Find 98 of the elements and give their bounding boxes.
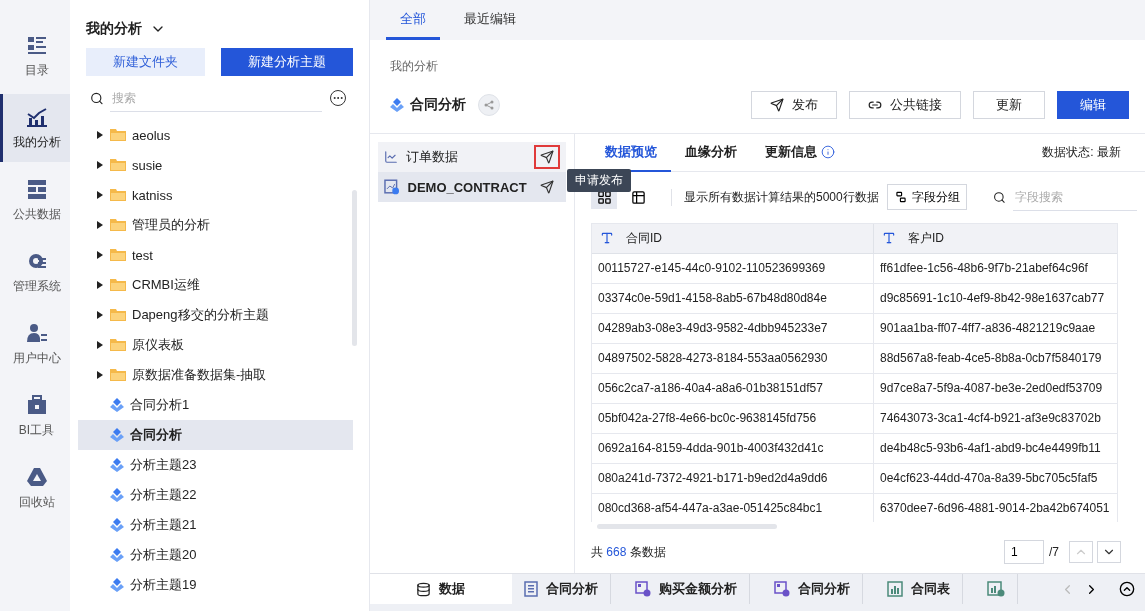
notice-text: 显示所有数据计算结果的5000行数据 xyxy=(671,189,879,206)
sheet-tab[interactable]: 合同分析 xyxy=(762,574,863,604)
new-folder-button[interactable]: 新建文件夹 xyxy=(86,48,205,76)
tree-item-label: Dapeng移交的分析主题 xyxy=(132,306,269,324)
tree-item[interactable]: aeolus xyxy=(78,120,353,150)
tree-item-label: 合同分析1 xyxy=(130,396,190,414)
dataset-item[interactable]: DEMO_CONTRACT xyxy=(378,172,566,202)
page-count: /7 xyxy=(1049,545,1059,560)
tree-item-label: aeolus xyxy=(132,127,171,143)
tree-item-label: 原仪表板 xyxy=(132,336,184,354)
tree-item[interactable]: 合同分析 xyxy=(78,420,353,450)
tree-item[interactable]: 原仪表板 xyxy=(78,330,353,360)
tree-item-label: 分析主题21 xyxy=(130,516,197,534)
nav-label: 回收站 xyxy=(18,493,55,511)
table-cell: 0692a164-8159-4dda-901b-4003f432d41c xyxy=(592,433,874,463)
nav-label: 目录 xyxy=(24,61,49,79)
breadcrumb[interactable]: 我的分析 xyxy=(390,59,438,73)
nav-item[interactable]: 我的分析 xyxy=(0,94,70,162)
action-button[interactable]: 更新 xyxy=(973,91,1045,119)
tree-item[interactable]: 分析主题19 xyxy=(78,570,353,600)
tooltip: 申请发布 xyxy=(567,169,631,192)
tree-item[interactable]: Dapeng移交的分析主题 xyxy=(78,300,353,330)
tree-item-label: 分析主题19 xyxy=(130,576,197,594)
table-cell: 6370dee7-6d96-4881-9014-2ba42b674051 xyxy=(874,493,1117,522)
tree-item[interactable]: 分析主题20 xyxy=(78,540,353,570)
total-count: 共 668 条数据 xyxy=(591,543,666,561)
field-group-button[interactable]: 字段分组 xyxy=(886,184,967,211)
action-button[interactable]: 发布 xyxy=(751,91,837,119)
tree-item-label: 合同分析 xyxy=(130,426,182,444)
table-cell: 04897502-5828-4273-8184-553aa0562930 xyxy=(592,343,874,373)
sheet-tab[interactable]: 购买金额分析 xyxy=(623,574,750,604)
tree-item[interactable]: 合同分析1 xyxy=(78,390,353,420)
table-cell: 080cd368-af54-447a-a3ae-051425c84bc1 xyxy=(592,493,874,522)
tree-item[interactable]: 原数据准备数据集-抽取 xyxy=(78,360,353,390)
nav-item[interactable]: 管理系统 xyxy=(0,238,70,306)
tree-item-label: CRMBI运维 xyxy=(132,276,200,294)
tree-item-label: 原数据准备数据集-抽取 xyxy=(132,366,267,384)
tree-item[interactable]: 分析主题22 xyxy=(78,480,353,510)
action-button[interactable]: 公共链接 xyxy=(849,91,961,119)
tree-item-label: katniss xyxy=(132,187,173,203)
table-cell: de4b48c5-93b6-4af1-abd9-bc4e4499fb11 xyxy=(874,433,1117,463)
table-cell: 080a241d-7372-4921-b171-b9ed2d4a9dd6 xyxy=(592,463,874,493)
table-cell: 05bf042a-27f8-4e66-bc0c-9638145fd756 xyxy=(592,403,874,433)
dataset-label: DEMO_CONTRACT xyxy=(407,179,527,195)
nav-label: 管理系统 xyxy=(12,277,61,295)
tab[interactable]: 血缘分析 xyxy=(671,133,751,172)
search-field[interactable]: 搜索 xyxy=(109,84,322,112)
tab[interactable]: 数据预览 xyxy=(591,133,671,172)
nav-label: BI工具 xyxy=(18,421,55,439)
data-status: 数据状态: 最新 xyxy=(1042,144,1121,161)
page-input[interactable]: 1 xyxy=(1004,540,1044,565)
tree-item[interactable]: 管理员的分析 xyxy=(78,210,353,240)
field-search[interactable]: 字段搜索 xyxy=(1013,183,1137,212)
table-cell: 0e4cf623-44dd-470a-8a39-5bc705c5faf5 xyxy=(874,463,1117,493)
topic-title: 合同分析 xyxy=(410,96,466,114)
tree-item[interactable]: CRMBI运维 xyxy=(78,270,353,300)
tree-item-label: 分析主题23 xyxy=(130,456,197,474)
nav-label: 用户中心 xyxy=(12,349,61,367)
sheet-tab[interactable]: 合同分析 xyxy=(512,574,611,604)
nav-label: 公共数据 xyxy=(12,205,61,223)
nav-item[interactable]: BI工具 xyxy=(0,382,70,450)
tree-item[interactable]: susie xyxy=(78,150,353,180)
table-cell: 9d7ce8a7-5f9a-4087-be3e-2ed0edf53709 xyxy=(874,373,1117,403)
new-topic-button[interactable]: 新建分析主题 xyxy=(221,48,353,76)
nav-label: 我的分析 xyxy=(12,133,61,151)
action-button[interactable]: 编辑 xyxy=(1057,91,1129,119)
table-cell: 04289ab3-08e3-49d3-9582-4dbb945233e7 xyxy=(592,313,874,343)
nav-item[interactable]: 目录 xyxy=(0,22,70,90)
sheet-tab[interactable]: 数据 xyxy=(370,574,512,604)
table-cell: 74643073-3ca1-4cf4-b921-af3e9c83702b xyxy=(874,403,1117,433)
nav-item[interactable]: 公共数据 xyxy=(0,166,70,234)
dataset-item[interactable]: 订单数据 xyxy=(378,142,566,172)
column-header: 客户ID xyxy=(874,223,1117,253)
table-cell: 03374c0e-59d1-4158-8ab5-67b48d80d84e xyxy=(592,283,874,313)
tree-item[interactable]: 分析主题21 xyxy=(78,510,353,540)
tab[interactable]: 全部 xyxy=(386,0,440,40)
table-cell: 00115727-e145-44c0-9102-110523699369 xyxy=(592,253,874,283)
tab[interactable]: 最近编辑 xyxy=(450,0,530,40)
tree-item[interactable]: test xyxy=(78,240,353,270)
table-cell: ff61dfee-1c56-48b6-9f7b-21abef64c96f xyxy=(874,253,1117,283)
sheet-tab[interactable]: 合同表 xyxy=(875,574,963,604)
panel-title: 我的分析 xyxy=(86,20,142,38)
tab[interactable]: 更新信息 xyxy=(751,133,849,172)
column-header: 合同ID xyxy=(592,223,874,253)
tree-item-label: 分析主题20 xyxy=(130,546,197,564)
tree-item-label: 分析主题22 xyxy=(130,486,197,504)
table-cell: d9c85691-1c10-4ef9-8b42-98e1637cab77 xyxy=(874,283,1117,313)
tree-item-label: test xyxy=(132,247,153,263)
table-cell: 056c2ca7-a186-40a4-a8a6-01b38151df57 xyxy=(592,373,874,403)
table-cell: 88d567a8-feab-4ce5-8b8a-0cb7f5840179 xyxy=(874,343,1117,373)
tree-item[interactable]: 分析主题23 xyxy=(78,450,353,480)
dataset-label: 订单数据 xyxy=(406,148,459,166)
tree-item[interactable]: katniss xyxy=(78,180,353,210)
tree-item-label: 管理员的分析 xyxy=(132,216,210,234)
nav-item[interactable]: 用户中心 xyxy=(0,310,70,378)
tree-item-label: susie xyxy=(132,157,163,173)
nav-item[interactable]: 回收站 xyxy=(0,454,70,522)
table-cell: 901aa1ba-ff07-4ff7-a836-4821219c9aae xyxy=(874,313,1117,343)
